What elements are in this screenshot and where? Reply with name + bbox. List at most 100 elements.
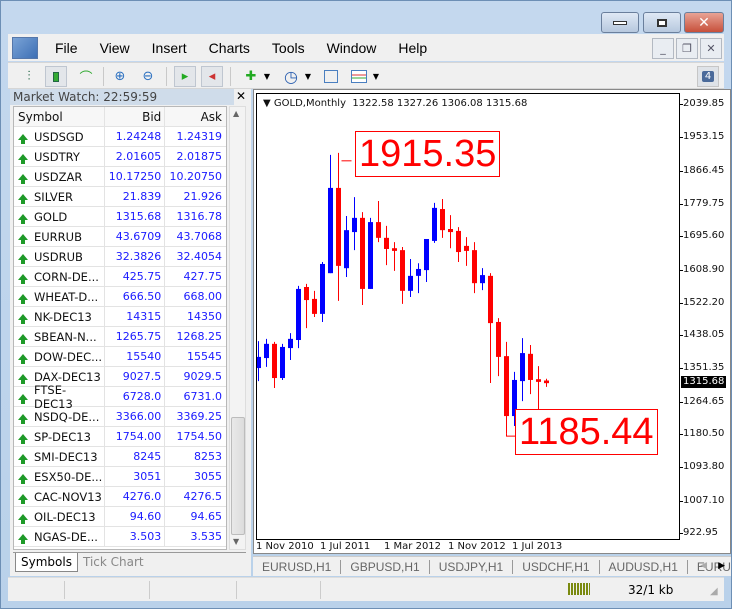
column-ask[interactable]: Ask <box>165 107 226 126</box>
table-row[interactable]: ESX50-DE... 3051 3055 <box>14 467 226 487</box>
table-row[interactable]: USDRUB 32.3826 32.4054 <box>14 247 226 267</box>
chart-tab-eurusd[interactable]: EURUSD,H1 <box>253 559 342 574</box>
chart-plot-area[interactable]: ▼ GOLD,Monthly 1322.58 1327.26 1306.08 1… <box>256 93 680 540</box>
zoom-in-icon: ⊕ <box>114 69 126 84</box>
chart-tab-usdjpy[interactable]: USDJPY,H1 <box>430 559 514 574</box>
bid-cell: 666.50 <box>105 287 166 306</box>
price-axis[interactable]: 2039.85 1953.15 1866.45 1779.75 1695.60 1608.… <box>679 90 731 555</box>
menu-insert[interactable]: Insert <box>141 40 198 56</box>
line-chart-button[interactable]: ⌒ <box>75 66 97 87</box>
candlestick-icon <box>53 71 59 82</box>
menu-window[interactable]: Window <box>316 40 388 56</box>
connection-status-icon <box>568 583 590 595</box>
candle-body <box>304 287 309 301</box>
table-row[interactable]: NGAS-DE... 3.503 3.535 <box>14 527 226 547</box>
bid-cell: 21.839 <box>105 187 166 206</box>
market-watch-panel: Market Watch: 22:59:59 ✕ Symbol Bid Ask … <box>10 89 251 576</box>
chart-tab-gbpusd[interactable]: GBPUSD,H1 <box>341 559 430 574</box>
notifications-button[interactable]: 4 <box>697 66 719 87</box>
table-row[interactable]: GOLD 1315.68 1316.78 <box>14 207 226 227</box>
column-symbol[interactable]: Symbol <box>14 107 105 126</box>
arrow-up-icon <box>18 533 28 544</box>
table-row[interactable]: SP-DEC13 1754.00 1754.50 <box>14 427 226 447</box>
table-row[interactable]: SBEAN-N... 1265.75 1268.25 <box>14 327 226 347</box>
scroll-up-arrow[interactable]: ▲ <box>233 109 239 118</box>
chart-ohlc: 1322.58 1327.26 1306.08 1315.68 <box>352 98 528 109</box>
chart-symbol-period: GOLD,Monthly <box>273 98 346 109</box>
bar-chart-icon: ⫶ <box>27 69 31 84</box>
tab-symbols[interactable]: Symbols <box>15 553 78 572</box>
table-row[interactable]: CORN-DE... 425.75 427.75 <box>14 267 226 287</box>
symbol-name: NK-DEC13 <box>34 309 92 324</box>
date-tick: 1 Jul 2013 <box>512 541 563 552</box>
symbol-cell: USDTRY <box>14 147 105 166</box>
candle-body <box>544 380 549 384</box>
table-row[interactable]: SMI-DEC13 8245 8253 <box>14 447 226 467</box>
candlestick-button[interactable] <box>45 66 67 87</box>
table-row[interactable]: NSDQ-DE... 3366.00 3369.25 <box>14 407 226 427</box>
zoom-out-button[interactable]: ⊖ <box>137 66 159 87</box>
auto-scroll-button[interactable]: ▸ <box>174 66 196 87</box>
templates-button[interactable] <box>320 66 342 87</box>
menu-file[interactable]: File <box>44 40 89 56</box>
mdi-close-button[interactable]: ✕ <box>700 38 722 59</box>
candle-body <box>257 356 261 369</box>
bid-cell: 94.60 <box>105 507 166 526</box>
candle-body <box>408 275 413 291</box>
table-row[interactable]: CAC-NOV13 4276.0 4276.5 <box>14 487 226 507</box>
tab-tick-chart[interactable]: Tick Chart <box>83 555 144 569</box>
resize-grip-icon[interactable]: ◢ <box>710 586 718 597</box>
table-row[interactable]: EURRUB 43.6709 43.7068 <box>14 227 226 247</box>
ask-cell: 6731.0 <box>183 390 223 403</box>
candle-body <box>368 222 373 289</box>
menu-view[interactable]: View <box>89 40 141 56</box>
market-watch-close-button[interactable]: ✕ <box>236 89 246 103</box>
tabs-scroll-right-icon[interactable]: ▶ <box>718 560 725 571</box>
clock-icon: ◷ <box>284 67 298 86</box>
close-button[interactable]: ✕ <box>684 12 724 33</box>
menu-help[interactable]: Help <box>387 40 438 56</box>
periods-button[interactable]: ◷ <box>280 66 302 87</box>
symbol-cell: CAC-NOV13 <box>14 487 105 506</box>
bar-chart-button[interactable]: ⫶ <box>18 66 40 87</box>
table-row[interactable]: FTSE-DEC13 6728.0 6731.0 <box>14 383 226 411</box>
chart-menu-triangle-icon[interactable]: ▼ <box>263 98 271 109</box>
chart-tab-usdchf[interactable]: USDCHF,H1 <box>513 559 600 574</box>
menu-tools[interactable]: Tools <box>261 40 316 56</box>
tabs-scroll-left-icon[interactable]: ◀ <box>700 560 707 571</box>
table-row[interactable]: DOW-DEC... 15540 15545 <box>14 347 226 367</box>
scrollbar-thumb[interactable] <box>231 417 245 535</box>
table-row[interactable]: SILVER 21.839 21.926 <box>14 187 226 207</box>
table-row[interactable]: NK-DEC13 14315 14350 <box>14 307 226 327</box>
symbol-cell: FTSE-DEC13 <box>14 383 105 411</box>
new-chart-dropdown[interactable]: ▼ <box>262 66 272 87</box>
candle-body <box>392 248 397 251</box>
candle-body <box>416 268 421 276</box>
ask-cell: 9029.5 <box>183 370 223 383</box>
table-row[interactable]: USDTRY 2.01605 2.01875 <box>14 147 226 167</box>
market-watch-scrollbar[interactable]: ▲ ▼ <box>229 106 246 550</box>
zoom-out-icon: ⊖ <box>142 69 154 84</box>
bid-cell: 43.6709 <box>105 227 166 246</box>
indicators-dropdown[interactable]: ▼ <box>371 66 381 87</box>
symbol-cell: USDZAR <box>14 167 105 186</box>
menu-charts[interactable]: Charts <box>198 40 261 56</box>
chart-shift-button[interactable]: ◂ <box>201 66 223 87</box>
mdi-restore-button[interactable]: ❐ <box>676 38 698 59</box>
mdi-minimize-button[interactable]: _ <box>652 38 674 59</box>
price-tick: 1608.90 <box>679 263 725 275</box>
minimize-button[interactable] <box>601 12 639 33</box>
table-row[interactable]: USDZAR 10.17250 10.20750 <box>14 167 226 187</box>
periods-dropdown[interactable]: ▼ <box>303 66 313 87</box>
zoom-in-button[interactable]: ⊕ <box>109 66 131 87</box>
table-row[interactable]: WHEAT-D... 666.50 668.00 <box>14 287 226 307</box>
chart-tab-audusd[interactable]: AUDUSD,H1 <box>600 559 688 574</box>
new-chart-button[interactable]: ✚ <box>240 66 262 87</box>
column-bid[interactable]: Bid <box>105 107 166 126</box>
scroll-down-arrow[interactable]: ▼ <box>233 537 239 546</box>
symbol-cell: NK-DEC13 <box>14 307 105 326</box>
indicators-button[interactable] <box>348 66 370 87</box>
maximize-button[interactable] <box>643 12 681 33</box>
table-row[interactable]: OIL-DEC13 94.60 94.65 <box>14 507 226 527</box>
table-row[interactable]: USDSGD 1.24248 1.24319 <box>14 127 226 147</box>
